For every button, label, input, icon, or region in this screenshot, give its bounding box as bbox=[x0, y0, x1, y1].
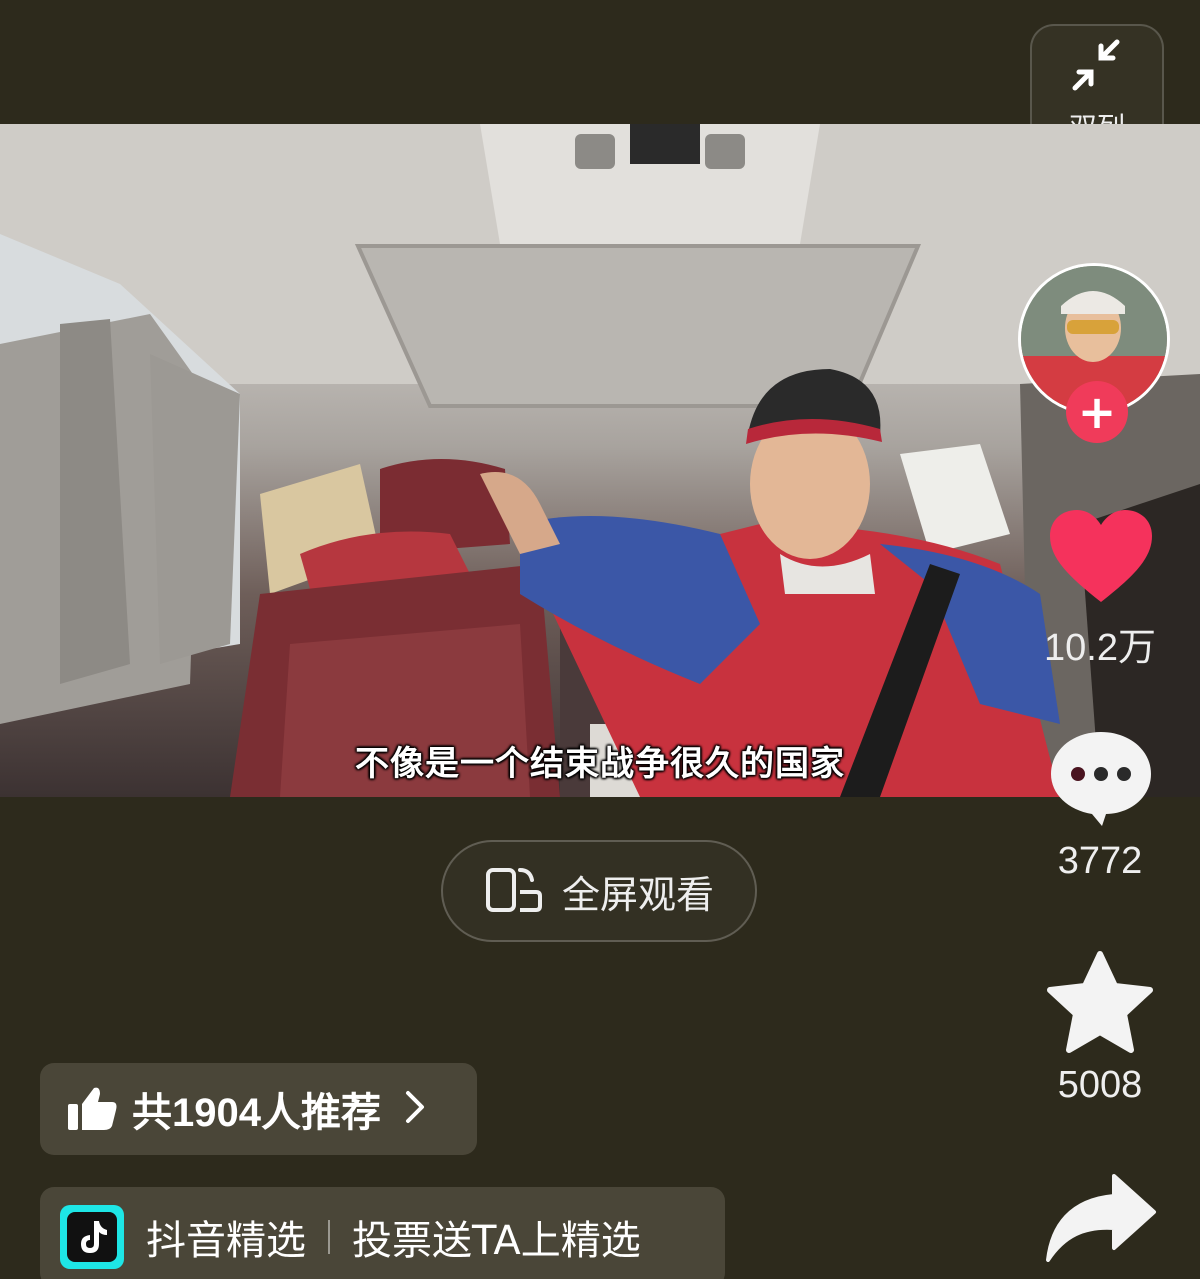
favorite-count: 5008 bbox=[1057, 1064, 1143, 1106]
favorite-button[interactable] bbox=[1044, 950, 1156, 1060]
follow-button[interactable]: + bbox=[1066, 381, 1128, 443]
like-count: 10.2万 bbox=[1044, 627, 1156, 669]
rotate-phone-icon bbox=[484, 864, 544, 918]
creator-avatar-block[interactable]: + bbox=[1018, 263, 1176, 443]
comment-bubble-icon bbox=[1051, 732, 1151, 826]
recommend-label: 共1904人推荐 bbox=[132, 1091, 381, 1135]
heart-icon bbox=[1050, 510, 1152, 602]
douyin-logo bbox=[60, 1205, 124, 1269]
collapse-arrows-icon bbox=[1067, 36, 1127, 100]
video-feed-page: 双列 bbox=[0, 0, 1200, 1279]
recommend-pill[interactable]: 共1904人推荐 bbox=[40, 1063, 477, 1155]
thumbs-up-icon bbox=[66, 1086, 118, 1132]
share-button[interactable] bbox=[1044, 1172, 1158, 1266]
video-subtitle: 不像是一个结束战争很久的国家 bbox=[355, 744, 845, 784]
plus-icon: + bbox=[1077, 385, 1117, 439]
comment-button[interactable] bbox=[1048, 728, 1154, 832]
douyin-jingxuan-pill[interactable]: 抖音精选 投票送TA上精选 bbox=[40, 1187, 725, 1279]
like-button[interactable] bbox=[1048, 508, 1154, 608]
star-icon bbox=[1047, 951, 1153, 1053]
chevron-right-icon bbox=[403, 1089, 427, 1129]
divider bbox=[328, 1220, 330, 1254]
video-frame-illustration bbox=[0, 124, 1200, 797]
video-player[interactable]: 不像是一个结束战争很久的国家 bbox=[0, 124, 1200, 797]
fullscreen-label: 全屏观看 bbox=[561, 872, 714, 917]
share-arrow-icon bbox=[1046, 1174, 1156, 1262]
comment-count: 3772 bbox=[1057, 840, 1143, 882]
fullscreen-button[interactable]: 全屏观看 bbox=[441, 840, 757, 942]
douyin-brand-label: 抖音精选 bbox=[146, 1218, 306, 1264]
vote-action-label[interactable]: 投票送TA上精选 bbox=[352, 1208, 641, 1266]
